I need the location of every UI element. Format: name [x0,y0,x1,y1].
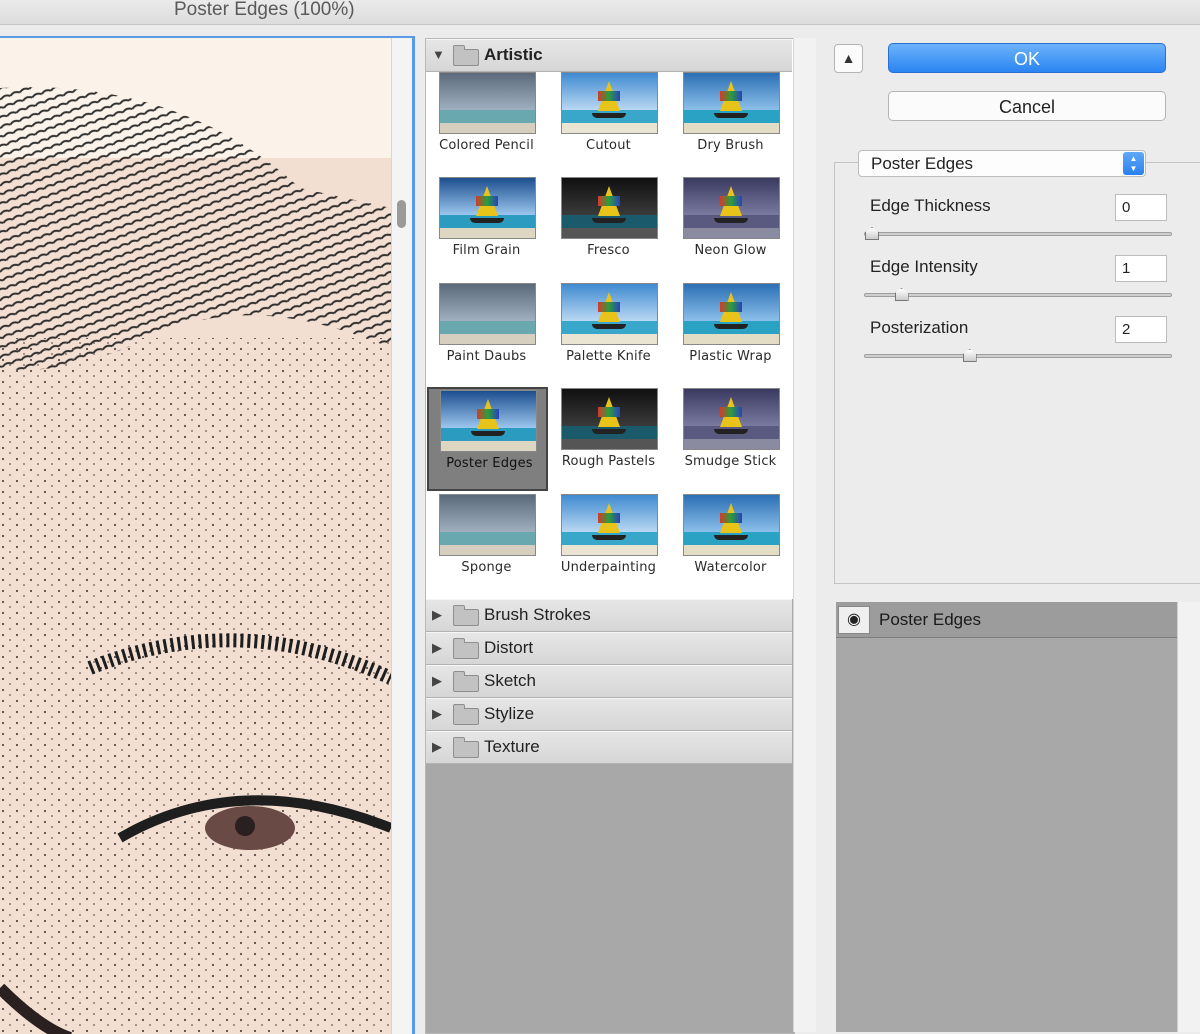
category-stylize[interactable]: ▶ Stylize [426,698,792,731]
category-distort[interactable]: ▶ Distort [426,632,792,665]
folder-icon [453,45,479,66]
filter-select[interactable]: Poster Edges ▲ ▼ [858,150,1146,177]
preview-scrollbar[interactable] [391,38,412,1034]
triangle-right-icon[interactable]: ▶ [432,706,442,722]
filter-thumb-image [683,494,780,556]
filter-select-value: Poster Edges [871,154,974,173]
filter-thumb-label: Colored Pencil [439,138,534,153]
triangle-right-icon[interactable]: ▶ [432,640,442,656]
filter-thumb-label: Poster Edges [446,456,533,471]
window-title: Poster Edges (100%) [174,0,355,20]
filter-thumb-smudge-stick[interactable]: Smudge Stick [670,387,791,491]
filter-thumb-image [561,177,658,239]
filter-thumb-label: Neon Glow [694,243,767,258]
gallery-scrollbar[interactable] [793,38,816,1032]
category-brush-strokes[interactable]: ▶ Brush Strokes [426,599,792,632]
filter-thumb-image [561,283,658,345]
filter-thumb-cutout[interactable]: Cutout [548,71,669,175]
filter-thumb-fresco[interactable]: Fresco [548,176,669,280]
filter-gallery[interactable]: ▼ Artistic Colored Pencil Cutout Dry Brush… [425,38,795,1034]
param-label-edge-thickness: Edge Thickness [870,196,991,215]
filter-thumb-image [683,72,780,134]
filter-thumb-paint-daubs[interactable]: Paint Daubs [426,282,547,386]
filter-thumb-label: Film Grain [452,243,521,258]
layers-scrollbar[interactable] [1177,602,1200,1032]
effect-layers-list [836,602,1177,1032]
filter-thumb-label: Plastic Wrap [689,349,772,364]
folder-icon [453,638,479,659]
param-slider-track[interactable] [864,288,1172,301]
param-slider-track[interactable] [864,227,1172,240]
filter-thumb-image [439,283,536,345]
triangle-down-icon[interactable]: ▼ [432,47,445,62]
filter-thumb-poster-edges[interactable]: Poster Edges [427,387,548,491]
category-label: Artistic [484,45,543,64]
filter-thumb-image [439,72,536,134]
preview-scroll-thumb[interactable] [397,200,406,228]
filter-thumb-label: Smudge Stick [684,454,777,469]
filter-thumb-underpainting[interactable]: Underpainting [548,493,669,597]
filter-thumb-image [439,177,536,239]
ok-button[interactable]: OK [888,43,1166,73]
filter-thumb-image [561,388,658,450]
filter-thumb-label: Palette Knife [566,349,651,364]
filter-thumb-watercolor[interactable]: Watercolor [670,493,791,597]
param-label-posterization: Posterization [870,318,969,337]
filter-thumb-label: Watercolor [694,560,767,575]
folder-icon [453,671,479,692]
category-artistic[interactable]: ▼ Artistic [426,39,792,72]
filter-thumb-film-grain[interactable]: Film Grain [426,176,547,280]
filter-thumb-dry-brush[interactable]: Dry Brush [670,71,791,175]
filter-thumb-label: Underpainting [560,560,657,575]
folder-icon [453,704,479,725]
image-preview[interactable] [0,36,415,1034]
filter-thumb-image [440,390,537,452]
filter-thumb-plastic-wrap[interactable]: Plastic Wrap [670,282,791,386]
filter-thumb-label: Cutout [586,138,631,153]
filter-thumb-colored-pencil[interactable]: Colored Pencil [426,71,547,175]
filter-thumb-palette-knife[interactable]: Palette Knife [548,282,669,386]
eye-icon[interactable]: ◉ [838,606,870,634]
filter-thumb-label: Paint Daubs [446,349,527,364]
triangle-right-icon[interactable]: ▶ [432,673,442,689]
param-label-edge-intensity: Edge Intensity [870,257,978,276]
filter-settings-panel [834,162,1200,584]
folder-icon [453,737,479,758]
filter-thumb-sponge[interactable]: Sponge [426,493,547,597]
chevron-up-icon[interactable]: ▲ [834,44,863,73]
filter-thumb-image [683,283,780,345]
preview-image [0,38,394,1034]
category-label: Sketch [484,671,536,690]
effect-layer-row[interactable]: ◉ Poster Edges [836,602,1177,638]
category-sketch[interactable]: ▶ Sketch [426,665,792,698]
triangle-right-icon[interactable]: ▶ [432,607,442,623]
param-value-input[interactable]: 2 [1115,316,1167,343]
filter-thumb-rough-pastels[interactable]: Rough Pastels [548,387,669,491]
filter-thumb-image [683,177,780,239]
up-down-arrows-icon[interactable]: ▲ ▼ [1123,152,1144,175]
category-texture[interactable]: ▶ Texture [426,731,792,764]
filter-thumb-label: Dry Brush [697,138,764,153]
filter-thumb-image [561,494,658,556]
effect-layer-name: Poster Edges [879,610,982,629]
category-label: Distort [484,638,534,657]
title-bar: Poster Edges (100%) [0,0,1200,25]
category-label: Stylize [484,704,535,723]
triangle-right-icon[interactable]: ▶ [432,739,442,755]
category-label: Texture [484,737,540,756]
cancel-button[interactable]: Cancel [888,91,1166,121]
filter-thumb-neon-glow[interactable]: Neon Glow [670,176,791,280]
filter-thumb-label: Fresco [587,243,630,258]
filter-thumb-label: Sponge [461,560,512,575]
param-slider-track[interactable] [864,349,1172,362]
param-value-input[interactable]: 1 [1115,255,1167,282]
filter-thumb-label: Rough Pastels [561,454,656,469]
category-label: Brush Strokes [484,605,591,624]
filter-thumb-image [439,494,536,556]
filter-thumb-image [561,72,658,134]
param-value-input[interactable]: 0 [1115,194,1167,221]
filter-thumb-image [683,388,780,450]
folder-icon [453,605,479,626]
